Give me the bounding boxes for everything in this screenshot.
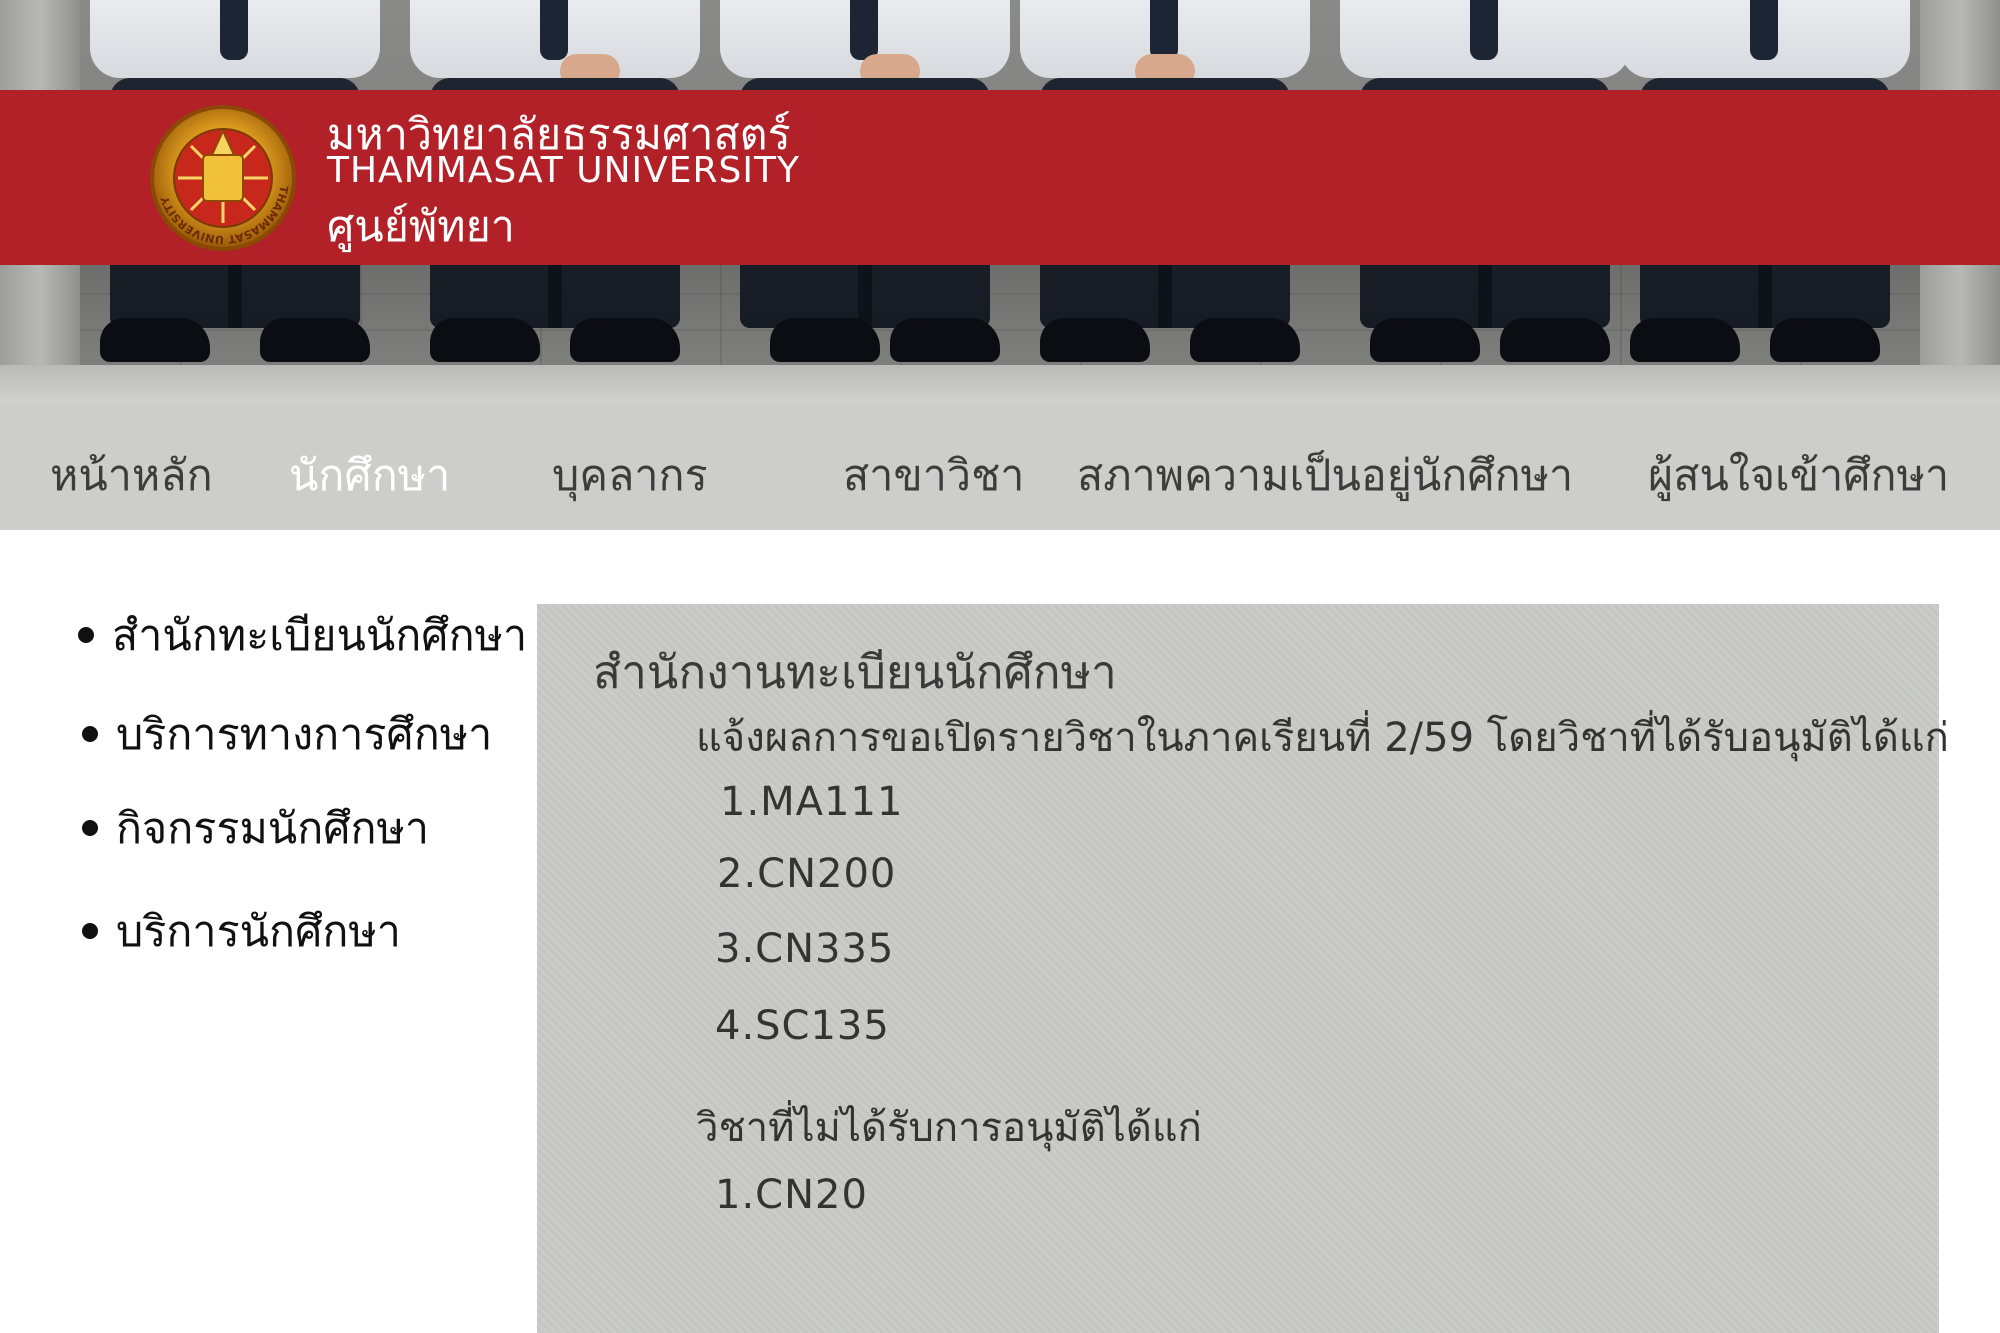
bullet-icon [82, 819, 98, 836]
approved-course-item: 1.MA111 [720, 779, 904, 825]
university-english-name: THAMMASAT UNIVERSITY [327, 150, 800, 191]
sidebar-item-label: บริการนักศึกษา [116, 907, 401, 957]
bullet-icon [78, 626, 94, 643]
university-seal-logo: THAMMASAT UNIVERSITY [150, 105, 296, 251]
nav-item-majors[interactable]: สาขาวิชา [843, 441, 1024, 509]
nav-item-students[interactable]: นักศึกษา [289, 441, 450, 509]
nav-item-home[interactable]: หน้าหลัก [50, 441, 213, 509]
campus-name: ศูนย์พัทยา [327, 202, 515, 252]
nav-item-student-living[interactable]: สภาพความเป็นอยู่นักศึกษา [1077, 441, 1573, 509]
sidebar-item-label: บริการทางการศึกษา [116, 710, 493, 760]
nav-item-staff[interactable]: บุคลากร [552, 441, 708, 509]
sidebar-item-student-activities[interactable]: กิจกรรมนักศึกษา [82, 794, 429, 862]
panel-title: สำนักงานทะเบียนนักศึกษา [593, 645, 1117, 699]
approved-course-item: 3.CN335 [715, 926, 895, 972]
sidebar-item-student-services[interactable]: บริการนักศึกษา [82, 897, 401, 965]
nav-item-prospective-students[interactable]: ผู้สนใจเข้าศึกษา [1648, 441, 1949, 509]
rejected-course-item: 1.CN20 [715, 1172, 868, 1218]
rejected-courses-intro: วิชาที่ไม่ได้รับการอนุมัติได้แก่ [696, 1105, 1202, 1151]
sidebar-item-academic-services[interactable]: บริการทางการศึกษา [82, 700, 492, 768]
approved-courses-intro: แจ้งผลการขอเปิดรายวิชาในภาคเรียนที่ 2/59… [696, 715, 1949, 761]
page: THAMMASAT UNIVERSITY มหาวิทยาลัยธรรมศาสต… [0, 0, 2000, 1333]
approved-course-item: 4.SC135 [715, 1003, 890, 1049]
bullet-icon [82, 725, 98, 742]
sidebar-item-registrar[interactable]: สำนักทะเบียนนักศึกษา [78, 601, 527, 669]
sidebar-item-label: กิจกรรมนักศึกษา [116, 804, 430, 854]
brand-banner [0, 90, 2000, 265]
approved-course-item: 2.CN200 [717, 851, 897, 897]
sidebar-item-label: สำนักทะเบียนนักศึกษา [112, 611, 528, 661]
bullet-icon [82, 922, 98, 939]
